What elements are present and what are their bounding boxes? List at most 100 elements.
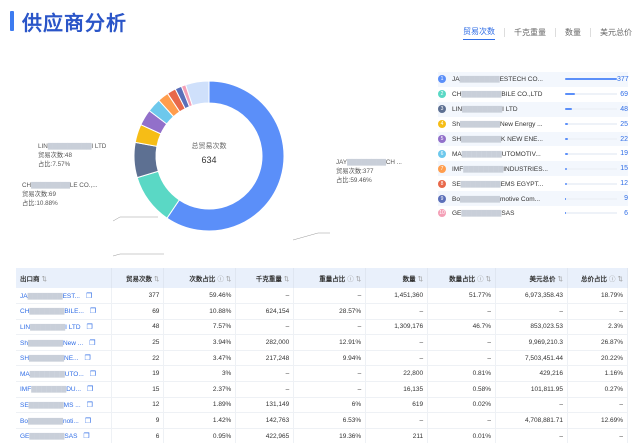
table-cell: 3% xyxy=(163,365,237,383)
legend-bar-fill xyxy=(565,197,567,200)
exporter-cell[interactable]: IMF▇▇▇▇▇▇▇DU... ❐ xyxy=(16,381,113,398)
table-cell: 429,216 xyxy=(495,365,568,383)
legend-item[interactable]: 7 IMF▇▇▇▇▇▇▇▇INDUSTRIES... 15 xyxy=(438,161,628,177)
table-cell: 12.69% xyxy=(567,412,629,429)
col-header-usd-total[interactable]: 美元总价 ⇅ xyxy=(495,268,568,288)
callout-leader-line xyxy=(112,253,164,257)
exporter-cell[interactable]: JA▇▇▇▇▇▇▇EST... ❐ xyxy=(16,288,113,305)
exporter-cell[interactable]: Bo▇▇▇▇▇▇▇noti... ❐ xyxy=(16,412,113,429)
legend-item[interactable]: 4 Sh▇▇▇▇▇▇▇▇New Energy ... 25 xyxy=(438,117,628,132)
legend-item[interactable]: 6 MA▇▇▇▇▇▇▇▇UTOMOTIV... 19 xyxy=(438,146,628,161)
sort-icon: ⇅ xyxy=(485,276,492,283)
copy-icon[interactable]: ❐ xyxy=(89,340,95,347)
page-title: 供应商分析 xyxy=(22,12,127,35)
table-cell: – xyxy=(293,319,367,336)
table-cell: – xyxy=(365,334,429,351)
table-cell: 0.27% xyxy=(567,381,629,398)
exporter-cell[interactable]: GE▇▇▇▇▇▇▇SAS ❐ xyxy=(16,428,113,443)
tab-weight-kg[interactable]: 千克重量 xyxy=(514,25,546,40)
table-cell: – xyxy=(427,350,497,367)
donut-center-value: 634 xyxy=(201,155,216,165)
col-header-quantity-share[interactable]: 数量占比 ⓘ ⇅ xyxy=(427,268,497,288)
legend-supplier-name: Bo▇▇▇▇▇▇▇▇motive Com... xyxy=(452,195,541,203)
tab-divider xyxy=(555,27,556,37)
rank-badge: 1 xyxy=(438,75,446,84)
legend-supplier-name: IMF▇▇▇▇▇▇▇▇INDUSTRIES... xyxy=(452,165,548,173)
tab-quantity[interactable]: 数量 xyxy=(565,25,581,40)
col-header-price-share[interactable]: 总价占比 ⓘ ⇅ xyxy=(567,268,629,288)
table-cell: – xyxy=(567,303,629,320)
col-header-exporter[interactable]: 出口商 ⇅ xyxy=(16,268,113,288)
col-header-quantity[interactable]: 数量 ⇅ xyxy=(365,268,429,288)
table-row: CH▇▇▇▇▇▇▇BILE... ❐ 69 10.88% 624,154 28.57% – –… xyxy=(16,303,629,320)
copy-icon[interactable]: ❐ xyxy=(90,308,96,315)
table-cell: 15 xyxy=(111,381,165,398)
copy-icon[interactable]: ❐ xyxy=(83,433,89,440)
legend-value: 377 xyxy=(617,75,629,83)
legend-item[interactable]: 5 SH▇▇▇▇▇▇▇▇K NEW ENE... 22 xyxy=(438,131,628,147)
legend-bar-fill xyxy=(565,108,572,111)
table-cell: – xyxy=(427,303,497,320)
copy-icon[interactable]: ❐ xyxy=(86,293,92,300)
copy-icon[interactable]: ❐ xyxy=(90,371,96,378)
tab-divider xyxy=(504,27,505,37)
rank-badge: 10 xyxy=(438,209,446,218)
table-cell: 2.3% xyxy=(567,319,629,336)
col-header-count-share[interactable]: 次数占比 ⓘ ⇅ xyxy=(163,268,237,288)
copy-icon[interactable]: ❐ xyxy=(87,386,93,393)
table-cell: – xyxy=(495,303,568,320)
copy-icon[interactable]: ❐ xyxy=(84,355,90,362)
copy-icon[interactable]: ❐ xyxy=(85,418,91,425)
sort-icon: ⇅ xyxy=(225,276,232,283)
table-row: Bo▇▇▇▇▇▇▇noti... ❐ 9 1.42% 142,763 6.53% – –4,7… xyxy=(16,412,629,429)
exporter-cell[interactable]: SE▇▇▇▇▇▇▇MS ... ❐ xyxy=(16,397,113,414)
legend-item[interactable]: 10 GE▇▇▇▇▇▇▇▇SAS 6 xyxy=(438,206,628,221)
tab-trade-count[interactable]: 贸易次数 xyxy=(463,24,495,40)
copy-icon[interactable]: ❐ xyxy=(87,402,93,409)
exporter-cell[interactable]: SH▇▇▇▇▇▇▇NE... ❐ xyxy=(16,350,113,367)
table-cell: 2.37% xyxy=(163,381,237,398)
tab-divider xyxy=(590,27,591,37)
rank-badge: 2 xyxy=(438,90,446,99)
legend-value: 48 xyxy=(620,105,628,113)
table-cell: 19 xyxy=(111,365,165,383)
legend-bar-track xyxy=(565,108,617,111)
table-cell: 25 xyxy=(111,334,165,351)
legend-value: 6 xyxy=(624,209,628,217)
table-cell: 10.88% xyxy=(163,303,237,320)
col-header-weight-share[interactable]: 重量占比 ⓘ ⇅ xyxy=(293,268,367,288)
table-cell: 6.53% xyxy=(293,412,367,429)
legend-supplier-name: Sh▇▇▇▇▇▇▇▇New Energy ... xyxy=(452,121,543,129)
legend-item[interactable]: 9 Bo▇▇▇▇▇▇▇▇motive Com... 9 xyxy=(438,191,628,207)
exporter-cell[interactable]: CH▇▇▇▇▇▇▇BILE... ❐ xyxy=(16,303,113,320)
table-cell: 142,763 xyxy=(235,412,295,429)
table-cell: – xyxy=(235,319,295,336)
exporter-cell[interactable]: Sh▇▇▇▇▇▇▇New ... ❐ xyxy=(16,334,113,351)
table-cell: 6% xyxy=(293,397,367,414)
legend-item[interactable]: 8 SE▇▇▇▇▇▇▇▇EMS EGYPT... 12 xyxy=(438,176,628,191)
exporter-cell[interactable]: MA▇▇▇▇▇▇▇UTO... ❐ xyxy=(16,365,113,383)
table-cell: – xyxy=(293,365,367,383)
table-cell: 1,309,176 xyxy=(365,319,429,336)
col-header-weight-kg[interactable]: 千克重量 ⇅ xyxy=(235,268,295,288)
rank-badge: 5 xyxy=(438,135,446,143)
table-cell: 7,503,451.44 xyxy=(495,350,568,367)
exporter-cell[interactable]: LIN▇▇▇▇▇▇▇I LTD ❐ xyxy=(16,319,113,336)
legend-supplier-name: CH▇▇▇▇▇▇▇▇BILE CO.,LTD xyxy=(452,91,543,99)
tab-usd-total[interactable]: 美元总价 xyxy=(600,25,632,40)
metric-tabs: 贸易次数 千克重量 数量 美元总价 xyxy=(463,24,632,40)
table-cell: 69 xyxy=(111,303,165,320)
table-cell: – xyxy=(567,397,629,414)
legend-item[interactable]: 3 LIN▇▇▇▇▇▇▇▇I LTD 48 xyxy=(438,101,628,117)
donut-center-label: 总贸易次数 xyxy=(192,141,227,150)
table-cell: 20.22% xyxy=(567,350,629,367)
col-header-trade-count[interactable]: 贸易次数 ⇅ xyxy=(111,268,165,288)
legend-item[interactable]: 2 CH▇▇▇▇▇▇▇▇BILE CO.,LTD 69 xyxy=(438,87,628,102)
legend-item[interactable]: 1 JA▇▇▇▇▇▇▇▇ESTECH CO... 377 xyxy=(438,72,629,87)
donut-slice[interactable] xyxy=(133,141,159,179)
table-cell: 422,965 xyxy=(235,428,295,443)
table-cell: – xyxy=(293,381,367,398)
table-cell: 6 xyxy=(111,428,165,443)
table-cell: 7.57% xyxy=(163,319,237,336)
copy-icon[interactable]: ❐ xyxy=(87,324,93,331)
